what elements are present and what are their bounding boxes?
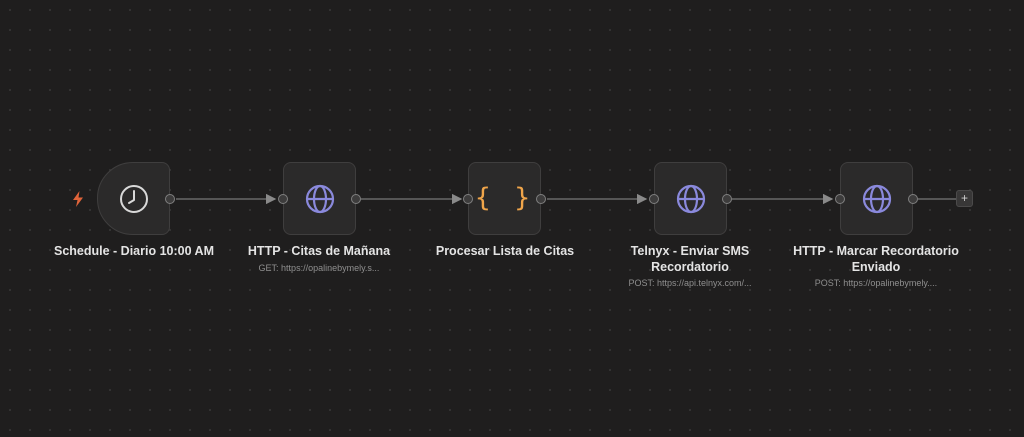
node-schedule[interactable] bbox=[97, 162, 175, 235]
node-procesar-title: Procesar Lista de Citas bbox=[435, 244, 575, 258]
node-telnyx-title: Telnyx - Enviar SMS Recordatorio bbox=[630, 244, 750, 274]
node-http-citas-subtitle: GET: https://opalinebymely.s... bbox=[258, 263, 380, 273]
node-http-marcar-subtitle: POST: https://opalinebymely.... bbox=[814, 278, 938, 288]
node-telnyx-subtitle: POST: https://api.telnyx.com/... bbox=[628, 278, 752, 288]
node-http-marcar-title: HTTP - Marcar Recordatorio Enviado bbox=[793, 244, 959, 274]
lightning-bolt-icon bbox=[73, 191, 83, 207]
node-procesar[interactable]: { } bbox=[463, 162, 546, 235]
node-http-marcar[interactable] bbox=[835, 162, 918, 235]
node-http-marcar-input-handle[interactable] bbox=[835, 194, 845, 204]
globe-icon bbox=[305, 184, 334, 213]
workflow-canvas[interactable]: Schedule - Diario 10:00 AM HTTP - Citas … bbox=[0, 0, 1024, 437]
node-http-marcar-output-handle[interactable] bbox=[908, 194, 918, 204]
globe-icon bbox=[862, 184, 891, 213]
node-http-citas-input-handle[interactable] bbox=[278, 194, 288, 204]
node-procesar-input-handle[interactable] bbox=[463, 194, 473, 204]
node-schedule-output-handle[interactable] bbox=[165, 194, 175, 204]
node-procesar-output-handle[interactable] bbox=[536, 194, 546, 204]
add-node-button[interactable]: + bbox=[956, 190, 973, 207]
node-telnyx[interactable] bbox=[649, 162, 732, 235]
clock-icon bbox=[119, 184, 148, 213]
node-http-citas-title: HTTP - Citas de Mañana bbox=[247, 244, 391, 258]
code-braces-icon: { } bbox=[475, 182, 534, 213]
node-telnyx-input-handle[interactable] bbox=[649, 194, 659, 204]
node-schedule-title: Schedule - Diario 10:00 AM bbox=[54, 244, 214, 258]
node-http-citas-output-handle[interactable] bbox=[351, 194, 361, 204]
node-telnyx-output-handle[interactable] bbox=[722, 194, 732, 204]
globe-icon bbox=[676, 184, 705, 213]
node-http-citas[interactable] bbox=[278, 162, 361, 235]
